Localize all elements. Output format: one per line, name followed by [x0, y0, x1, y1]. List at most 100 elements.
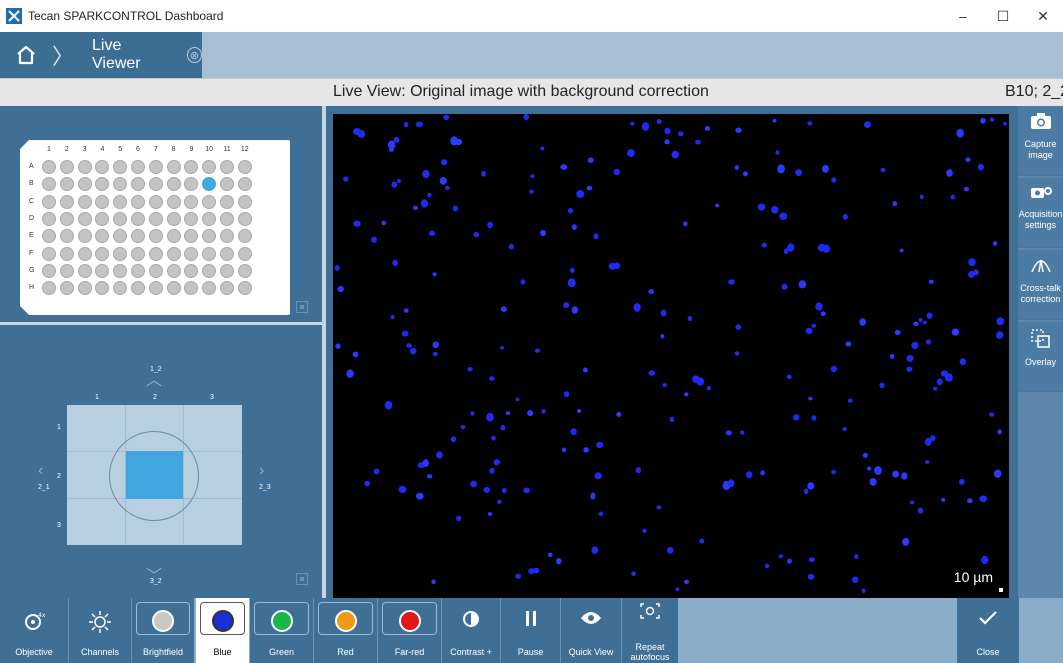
plate-well[interactable] [237, 194, 252, 209]
close-button[interactable]: Close [957, 598, 1019, 663]
plate-well[interactable] [95, 229, 110, 244]
plate-well[interactable] [237, 246, 252, 261]
plate-well[interactable] [42, 263, 56, 278]
plate-well[interactable] [202, 246, 217, 261]
maximize-button[interactable]: ☐ [983, 0, 1023, 32]
plate-well[interactable] [202, 281, 217, 296]
green-channel-button[interactable]: Green [250, 598, 313, 663]
plate-well[interactable] [59, 194, 74, 209]
plate-well[interactable] [184, 211, 199, 226]
plate-well[interactable] [184, 177, 199, 192]
plate-well[interactable] [131, 211, 145, 226]
plate-well[interactable] [220, 211, 234, 226]
plate-well[interactable] [113, 211, 128, 226]
plate-well[interactable] [59, 263, 74, 278]
plate-well[interactable] [42, 281, 56, 296]
plate-well[interactable] [202, 177, 217, 192]
plate-well[interactable] [113, 229, 128, 244]
plate-well[interactable] [148, 177, 163, 192]
plate-well[interactable] [237, 211, 252, 226]
plate-well[interactable] [113, 194, 128, 209]
plate-well[interactable] [202, 229, 217, 244]
fit-view-icon[interactable] [296, 301, 308, 313]
plate-well[interactable] [148, 194, 163, 209]
plate-well[interactable] [42, 211, 56, 226]
plate-well[interactable] [202, 160, 217, 174]
plate-well[interactable] [77, 263, 92, 278]
plate-well[interactable] [77, 229, 92, 244]
contrast-button[interactable]: Contrast + [442, 598, 500, 663]
channels-button[interactable]: Channels [69, 598, 131, 663]
plate-well[interactable] [220, 246, 234, 261]
plate-well[interactable] [148, 229, 163, 244]
plate-well[interactable] [184, 194, 199, 209]
plate-well[interactable] [237, 160, 252, 174]
plate-well[interactable] [220, 160, 234, 174]
objective-button[interactable]: 4x Objective [0, 598, 68, 663]
blue-channel-button[interactable]: Blue [196, 598, 249, 663]
plate-well[interactable] [184, 281, 199, 296]
plate-well[interactable] [166, 263, 181, 278]
plate-well[interactable] [237, 263, 252, 278]
crosstalk-correction-button[interactable]: Cross-talk correction [1018, 250, 1063, 320]
home-button[interactable] [0, 32, 52, 78]
plate-well[interactable] [166, 194, 181, 209]
plate-well[interactable] [220, 229, 234, 244]
plate-well[interactable] [131, 229, 145, 244]
plate-well[interactable] [95, 263, 110, 278]
plate-well[interactable] [42, 246, 56, 261]
plate-well[interactable] [131, 194, 145, 209]
plate-well[interactable] [59, 246, 74, 261]
plate-well[interactable] [77, 211, 92, 226]
plate-well[interactable] [220, 263, 234, 278]
plate-well[interactable] [77, 246, 92, 261]
farred-channel-button[interactable]: Far-red [378, 598, 441, 663]
plate-well[interactable] [95, 246, 110, 261]
close-tab-icon[interactable]: ⊗ [186, 47, 202, 63]
plate-well[interactable] [42, 160, 56, 174]
active-field[interactable] [126, 451, 183, 499]
plate-well[interactable] [220, 281, 234, 296]
close-window-button[interactable]: ✕ [1023, 0, 1063, 32]
plate-well[interactable] [59, 229, 74, 244]
plate-well[interactable] [220, 194, 234, 209]
plate-well[interactable] [237, 177, 252, 192]
plate-well[interactable] [95, 281, 110, 296]
plate-well[interactable] [77, 160, 92, 174]
plate-well[interactable] [77, 281, 92, 296]
plate-well[interactable] [184, 160, 199, 174]
plate-well[interactable] [113, 160, 128, 174]
plate-well[interactable] [77, 177, 92, 192]
repeat-autofocus-button[interactable]: Repeat autofocus [622, 598, 678, 663]
plate-well[interactable] [166, 246, 181, 261]
plate-well[interactable] [148, 211, 163, 226]
plate-well[interactable] [166, 177, 181, 192]
plate-well[interactable] [95, 160, 110, 174]
plate-well[interactable] [59, 211, 74, 226]
plate-well[interactable] [95, 194, 110, 209]
plate-well[interactable] [202, 263, 217, 278]
plate-well[interactable] [237, 281, 252, 296]
plate-well[interactable] [166, 229, 181, 244]
plate-well[interactable] [184, 263, 199, 278]
plate-well[interactable] [184, 229, 199, 244]
plate-well[interactable] [42, 177, 56, 192]
plate-well[interactable] [202, 211, 217, 226]
plate-well[interactable] [113, 177, 128, 192]
plate-well[interactable] [113, 263, 128, 278]
chevron-left-icon[interactable]: ‹ [38, 462, 43, 480]
tab-live-viewer[interactable]: 〉 Live Viewer ⊗ [52, 32, 202, 78]
plate-well[interactable] [148, 246, 163, 261]
plate-well[interactable] [148, 160, 163, 174]
acquisition-settings-button[interactable]: Acquisition settings [1018, 178, 1063, 248]
plate-well[interactable] [202, 194, 217, 209]
plate-well[interactable] [148, 281, 163, 296]
chevron-right-icon[interactable]: › [259, 462, 264, 480]
capture-image-button[interactable]: Capture image [1018, 106, 1063, 176]
plate-well[interactable] [131, 246, 145, 261]
plate-well[interactable] [131, 160, 145, 174]
plate-well[interactable] [59, 177, 74, 192]
quick-view-button[interactable]: Quick View [561, 598, 621, 663]
plate-well[interactable] [95, 177, 110, 192]
minimize-button[interactable]: – [943, 0, 983, 32]
